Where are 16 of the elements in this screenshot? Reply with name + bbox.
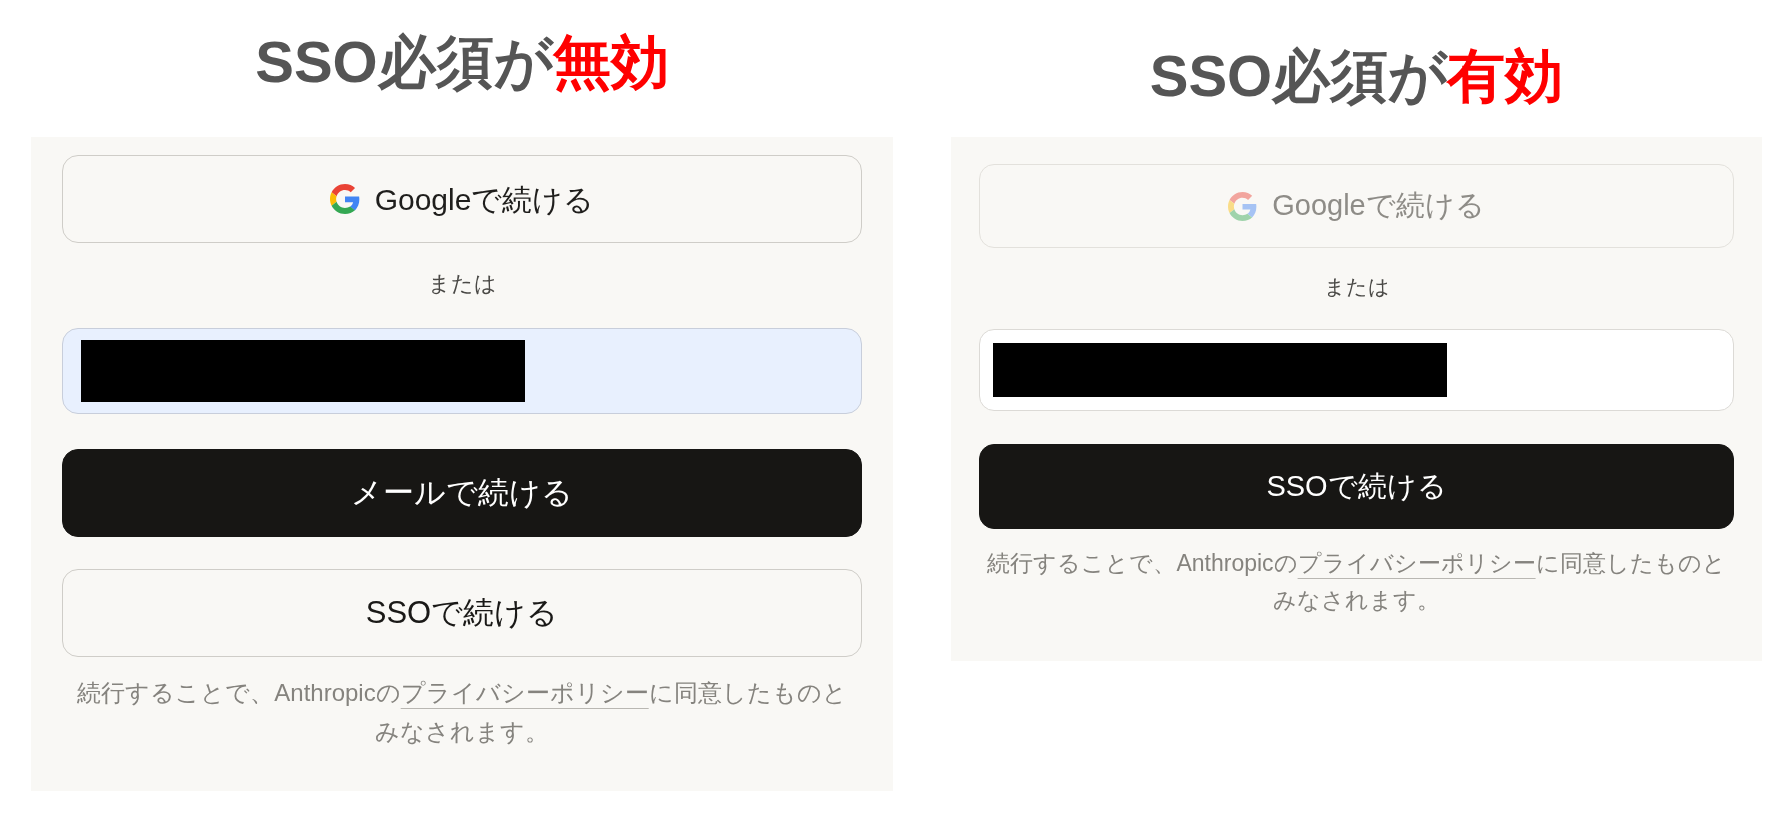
input-field[interactable]	[62, 328, 862, 414]
consent-text: 続行することで、Anthropicのプライバシーポリシーに同意したものとみなされます。	[986, 549, 1727, 615]
privacy-policy-link[interactable]: プライバシーポリシー	[1297, 550, 1536, 576]
secondary-continue-button[interactable]: SSOで続ける	[62, 569, 862, 657]
primary-continue-button[interactable]: SSOで続ける	[979, 444, 1734, 529]
privacy-policy-link[interactable]: プライバシーポリシー	[400, 679, 649, 706]
g-logo-icon	[329, 184, 360, 214]
input-field[interactable]	[979, 329, 1734, 411]
or-separator-text: または	[1323, 274, 1390, 300]
primary-continue-button[interactable]: メールで続ける	[62, 449, 862, 537]
consent-text: 続行することで、Anthropicのプライバシーポリシーに同意したものとみなされます。	[76, 678, 848, 747]
google-sign-in-button[interactable]: Googleで続ける	[62, 155, 862, 243]
g-logo-icon	[1228, 191, 1258, 221]
comparison-title: SSO必須が有効	[1149, 42, 1564, 110]
or-separator-text: または	[427, 270, 497, 298]
comparison-title: SSO必須が無効	[255, 28, 669, 96]
